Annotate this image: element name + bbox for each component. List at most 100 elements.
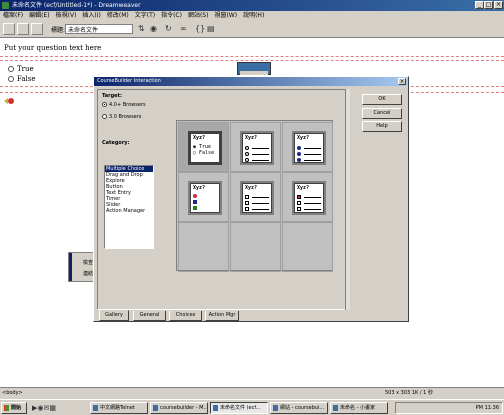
task-site[interactable]: 網站 - coursebui... bbox=[270, 402, 328, 414]
maximize-button[interactable]: □ bbox=[484, 1, 493, 9]
radio-mark bbox=[245, 146, 249, 150]
ok-button[interactable]: OK bbox=[362, 94, 402, 105]
minimize-button[interactable]: _ bbox=[475, 1, 484, 9]
menu-file[interactable]: 檔案(F) bbox=[0, 11, 26, 21]
clock[interactable]: PM 11:36 bbox=[476, 405, 499, 411]
tab-gallery[interactable]: Gallery bbox=[99, 310, 129, 321]
tag-selector[interactable]: <body> bbox=[2, 388, 23, 399]
gallery-item-empty[interactable] bbox=[178, 222, 229, 272]
interaction-marker-icon[interactable] bbox=[4, 97, 14, 105]
gallery-item-shapes[interactable]: Xyz? bbox=[178, 172, 229, 222]
preview-icon[interactable]: ◉ bbox=[150, 24, 157, 33]
option-true-label: True bbox=[17, 65, 34, 73]
coursebuilder-dialog: CourseBuilder Interaction × Target: 4.0+… bbox=[93, 76, 409, 322]
floating-palette[interactable] bbox=[237, 62, 271, 75]
dialog-close-button[interactable]: × bbox=[398, 78, 406, 85]
refresh-icon[interactable]: ↻ bbox=[165, 24, 172, 33]
tab-action-mgr[interactable]: Action Mgr bbox=[205, 311, 239, 321]
text-line bbox=[304, 148, 321, 149]
text-line bbox=[304, 197, 321, 198]
gallery-item-true-false[interactable]: Xyz? ◉ True ○ False bbox=[178, 122, 229, 172]
menu-text[interactable]: 文字(T) bbox=[132, 11, 158, 21]
task-dreamweaver-doc[interactable]: 未命名文件 (ecf... bbox=[210, 402, 268, 414]
radio-mark bbox=[245, 158, 249, 162]
gallery-item-radio-bullets[interactable]: Xyz? bbox=[282, 122, 333, 172]
page-title-input[interactable] bbox=[65, 24, 133, 34]
menu-help[interactable]: 說明(H) bbox=[240, 11, 267, 21]
category-list[interactable]: Multiple Choice Drag and Drop Explore Bu… bbox=[104, 165, 154, 249]
menu-site[interactable]: 網站(S) bbox=[185, 11, 212, 21]
gallery-item-empty[interactable] bbox=[230, 222, 281, 272]
menu-edit[interactable]: 編輯(E) bbox=[26, 11, 52, 21]
radio-selected-icon[interactable] bbox=[102, 102, 107, 107]
gallery-item-checkbox-text[interactable]: Xyz? bbox=[230, 172, 281, 222]
task-telnet[interactable]: 中文網路Telnet bbox=[90, 402, 148, 414]
close-button[interactable]: × bbox=[494, 1, 503, 9]
option-true[interactable]: True bbox=[8, 65, 34, 73]
window-title: 未命名文件 (ecf/Untitled-1*) - Dreamweaver bbox=[12, 2, 141, 9]
reference-icon[interactable]: ∞ bbox=[180, 24, 187, 33]
menu-commands[interactable]: 指令(C) bbox=[158, 11, 185, 21]
gallery-item-empty[interactable] bbox=[282, 222, 333, 272]
text-line bbox=[252, 160, 269, 161]
menu-modify[interactable]: 修改(M) bbox=[104, 11, 132, 21]
radio-icon[interactable] bbox=[102, 114, 107, 119]
radio-mark bbox=[245, 152, 249, 156]
code-navigation-icon[interactable]: {} bbox=[195, 24, 205, 33]
task-paint[interactable]: 未命名 - 小畫家 bbox=[330, 402, 388, 414]
gallery-caption: Xyz? bbox=[245, 135, 258, 141]
text-line bbox=[252, 203, 269, 204]
question-text[interactable]: Put your question text here bbox=[4, 44, 101, 52]
shapes-icon: Xyz? bbox=[188, 181, 222, 215]
checkbox-mark bbox=[297, 201, 301, 205]
file-management-icon[interactable]: ⇅ bbox=[138, 24, 145, 33]
radio-icon[interactable] bbox=[8, 76, 14, 82]
target-option-3-label: 3.0 Browsers bbox=[109, 114, 142, 120]
menu-bar: 檔案(F) 編輯(E) 檢視(V) 插入(I) 修改(M) 文字(T) 指令(C) 網站(S)… bbox=[0, 11, 504, 21]
code-view-button[interactable] bbox=[3, 23, 15, 35]
help-button[interactable]: Help bbox=[362, 121, 402, 132]
cancel-button[interactable]: Cancel bbox=[362, 108, 402, 119]
tf-false: ○ False bbox=[193, 150, 215, 156]
app-icon bbox=[2, 2, 9, 9]
target-label: Target: bbox=[102, 93, 122, 99]
layer-border bbox=[0, 56, 504, 57]
quick-launch-icons[interactable]: ▶◉✉▦ bbox=[32, 404, 56, 412]
dialog-scrollbar[interactable] bbox=[345, 89, 350, 310]
status-bar: <body> 503 x 303 1K / 1 秒 bbox=[0, 387, 504, 399]
gallery-item-radio-text[interactable]: Xyz? bbox=[230, 122, 281, 172]
split-view-button[interactable] bbox=[17, 23, 29, 35]
blue-shape bbox=[193, 200, 197, 204]
target-option-3[interactable]: 3.0 Browsers bbox=[102, 114, 141, 120]
radio-group-icon: Xyz? bbox=[240, 131, 274, 165]
checkbox-mark bbox=[245, 201, 249, 205]
text-line bbox=[304, 160, 321, 161]
text-line bbox=[304, 203, 321, 204]
start-button[interactable]: 開始 bbox=[1, 402, 27, 414]
title-label: 標題: bbox=[51, 27, 66, 34]
target-option-4[interactable]: 4.0+ Browsers bbox=[102, 102, 146, 108]
target-option-4-label: 4.0+ Browsers bbox=[109, 102, 146, 108]
tab-general[interactable]: General bbox=[133, 311, 166, 321]
tab-choices[interactable]: Choices bbox=[169, 311, 202, 321]
design-view-button[interactable] bbox=[31, 23, 43, 35]
side-panel-line2: 連結 bbox=[83, 271, 94, 277]
gallery-caption: Xyz? bbox=[193, 135, 206, 141]
options-icon[interactable]: ▤ bbox=[207, 24, 215, 33]
menu-view[interactable]: 檢視(V) bbox=[53, 11, 80, 21]
category-item[interactable]: Action Manager bbox=[105, 208, 153, 214]
option-false[interactable]: False bbox=[8, 75, 36, 83]
interaction-gallery: Xyz? ◉ True ○ False Xyz? Xyz? Xyz? Xyz? … bbox=[176, 120, 333, 272]
gallery-caption: Xyz? bbox=[193, 185, 206, 191]
menu-insert[interactable]: 插入(I) bbox=[79, 11, 103, 21]
menu-window[interactable]: 視窗(W) bbox=[211, 11, 240, 21]
gallery-caption: Xyz? bbox=[245, 185, 258, 191]
checkbox-mark bbox=[297, 207, 301, 211]
radio-icon[interactable] bbox=[8, 66, 14, 72]
task-coursebuilder[interactable]: coursebuilder - M... bbox=[150, 402, 208, 414]
text-line bbox=[304, 154, 321, 155]
true-false-icon: Xyz? ◉ True ○ False bbox=[188, 131, 222, 165]
document-toolbar: 標題: ⇅ ◉ ↻ ∞ {} ▤ bbox=[0, 21, 504, 38]
gallery-item-checkbox-checked[interactable]: Xyz? bbox=[282, 172, 333, 222]
red-shape bbox=[193, 194, 197, 198]
